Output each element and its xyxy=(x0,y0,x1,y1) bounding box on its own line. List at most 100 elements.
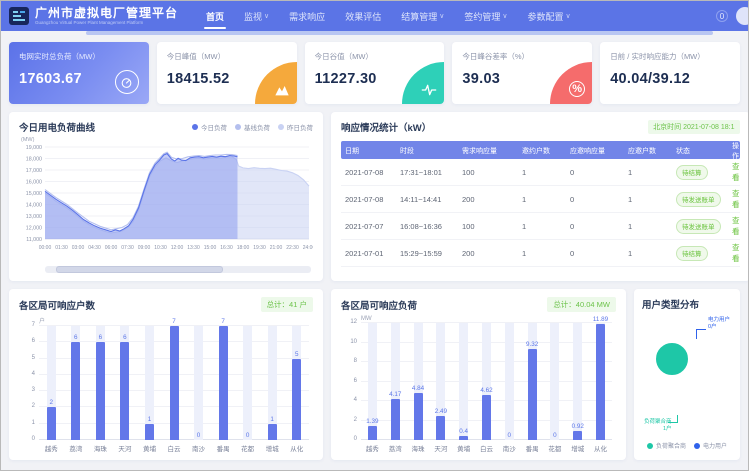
bar[interactable] xyxy=(391,399,400,440)
table-row: 2021-07-0814:11~14:41200101待发送账单查看 xyxy=(341,186,740,213)
user-avatar[interactable] xyxy=(736,7,748,25)
x-axis-label: 天河 xyxy=(113,440,138,452)
bar[interactable] xyxy=(71,342,80,440)
x-axis-label: 从化 xyxy=(589,440,612,452)
bar[interactable] xyxy=(96,342,105,440)
bar-column: 4.84 xyxy=(407,323,430,440)
column-header: 日期 xyxy=(341,146,396,156)
svg-text:24:00: 24:00 xyxy=(303,245,313,251)
legend-dot xyxy=(235,124,241,130)
bar-track xyxy=(459,323,468,440)
table-cell: 1 xyxy=(624,195,672,204)
bar-column: 1.39 xyxy=(361,323,384,440)
kpi-label: 电网实时总负荷（MW） xyxy=(19,51,139,62)
legend-item[interactable]: 昨日负荷 xyxy=(278,122,313,132)
bar[interactable] xyxy=(145,424,154,440)
column-header: 应邀响应量 xyxy=(566,146,624,156)
legend-item[interactable]: 基线负荷 xyxy=(235,122,270,132)
svg-text:10:30: 10:30 xyxy=(154,245,167,251)
datazoom-thumb[interactable] xyxy=(56,266,224,273)
bar-value-label: 0 xyxy=(184,432,214,439)
x-axis-label: 越秀 xyxy=(39,440,64,452)
bar[interactable] xyxy=(528,349,537,440)
y-axis-tick: 0 xyxy=(343,436,357,442)
kpi-label: 今日峰谷差率（%） xyxy=(462,51,582,62)
status-badge: 待发送账单 xyxy=(676,192,721,207)
nav-item-5[interactable]: 结算管理∨ xyxy=(391,1,454,31)
bar[interactable] xyxy=(414,393,423,440)
bar-column: 6 xyxy=(64,326,89,440)
kpi-label: 今日谷值（MW） xyxy=(315,51,435,62)
table-cell: 0 xyxy=(566,249,624,258)
bar[interactable] xyxy=(47,407,56,440)
x-axis-label: 荔湾 xyxy=(384,440,407,452)
svg-text:04:30: 04:30 xyxy=(88,245,101,251)
beijing-time-badge: 北京时间 2021-07-08 18:1 xyxy=(648,120,739,134)
bar-value-label: 0 xyxy=(233,432,263,439)
chevron-down-icon: ∨ xyxy=(264,12,269,20)
user-type-legend: 负荷聚合商电力用户 xyxy=(642,437,732,452)
column-header: 时段 xyxy=(396,146,458,156)
legend-item[interactable]: 负荷聚合商 xyxy=(647,441,686,450)
table-cell: 100 xyxy=(458,168,518,177)
bar-track xyxy=(268,326,277,440)
bar[interactable] xyxy=(268,424,277,440)
bar[interactable] xyxy=(573,431,582,440)
table-cell: 1 xyxy=(624,168,672,177)
view-link[interactable]: 查看 xyxy=(732,189,740,209)
bar-value-label: 7 xyxy=(159,318,189,325)
nav-item-4[interactable]: 效果评估 xyxy=(335,1,391,31)
table-cell: 2021-07-08 xyxy=(341,168,396,177)
district-load-card: 各区局可响应负荷 总计：40.04 MW MW 0246810121.394.1… xyxy=(331,289,626,460)
bar-column: 11.89 xyxy=(589,323,612,440)
bar[interactable] xyxy=(170,326,179,440)
chevron-down-icon: ∨ xyxy=(566,12,571,20)
district-load-x-labels: 越秀荔湾海珠天河黄埔白云南沙番禺花都增城从化 xyxy=(361,440,612,452)
svg-text:17,000: 17,000 xyxy=(26,168,42,174)
datazoom-slider[interactable] xyxy=(45,266,311,273)
nav-item-7[interactable]: 参数配置∨ xyxy=(517,1,580,31)
bar[interactable] xyxy=(120,342,129,440)
kpi-card-3: 今日谷值（MW）11227.30 xyxy=(305,42,445,104)
table-row: 2021-07-0716:08~16:36100101待发送账单查看 xyxy=(341,213,740,240)
bar-track xyxy=(550,323,559,440)
horizontal-scrollbar[interactable] xyxy=(86,31,713,35)
user-type-title: 用户类型分布 xyxy=(642,297,732,311)
legend-item[interactable]: 今日负荷 xyxy=(192,122,227,132)
legend-item[interactable]: 电力用户 xyxy=(694,441,727,450)
chevron-down-icon: ∨ xyxy=(502,12,507,20)
bar[interactable] xyxy=(482,395,491,440)
x-axis-label: 花都 xyxy=(235,440,260,452)
bar-column: 0.92 xyxy=(566,323,589,440)
nav-item-1[interactable]: 首页 xyxy=(196,1,234,31)
bar[interactable] xyxy=(368,426,377,440)
x-axis-label: 番禺 xyxy=(211,440,236,452)
nav-item-3[interactable]: 需求响应 xyxy=(279,1,335,31)
svg-text:15:00: 15:00 xyxy=(204,245,217,251)
notification-badge[interactable]: 0 xyxy=(716,10,728,22)
pulse-icon xyxy=(402,62,444,104)
district-users-title: 各区局可响应户数 xyxy=(19,298,95,312)
y-axis-tick: 6 xyxy=(343,378,357,384)
y-axis-tick: 4 xyxy=(343,397,357,403)
app-subtitle: Guangzhou Virtual Power Plant Management… xyxy=(35,21,178,26)
column-header: 需求响应量 xyxy=(458,146,518,156)
nav-item-2[interactable]: 监视∨ xyxy=(234,1,279,31)
bar[interactable] xyxy=(596,324,605,440)
nav-item-6[interactable]: 签约管理∨ xyxy=(454,1,517,31)
x-axis-label: 花都 xyxy=(544,440,567,452)
app-title: 广州市虚拟电厂管理平台 xyxy=(35,7,178,19)
bar[interactable] xyxy=(219,326,228,440)
view-link[interactable]: 查看 xyxy=(732,216,740,236)
view-link[interactable]: 查看 xyxy=(732,243,740,263)
load-curve-card: 今日用电负荷曲线 今日负荷基线负荷昨日负荷 (MW) 11,00012,0001… xyxy=(9,112,323,281)
bar[interactable] xyxy=(292,359,301,440)
app-logo-icon xyxy=(9,7,29,25)
bar[interactable] xyxy=(459,436,468,440)
callout-power-user: 电力用户 0户 xyxy=(708,317,730,331)
table-cell: 1 xyxy=(624,249,672,258)
table-cell-status: 待发送账单 xyxy=(672,219,728,234)
bar[interactable] xyxy=(436,416,445,440)
view-link[interactable]: 查看 xyxy=(732,162,740,182)
bar-track xyxy=(194,326,203,440)
